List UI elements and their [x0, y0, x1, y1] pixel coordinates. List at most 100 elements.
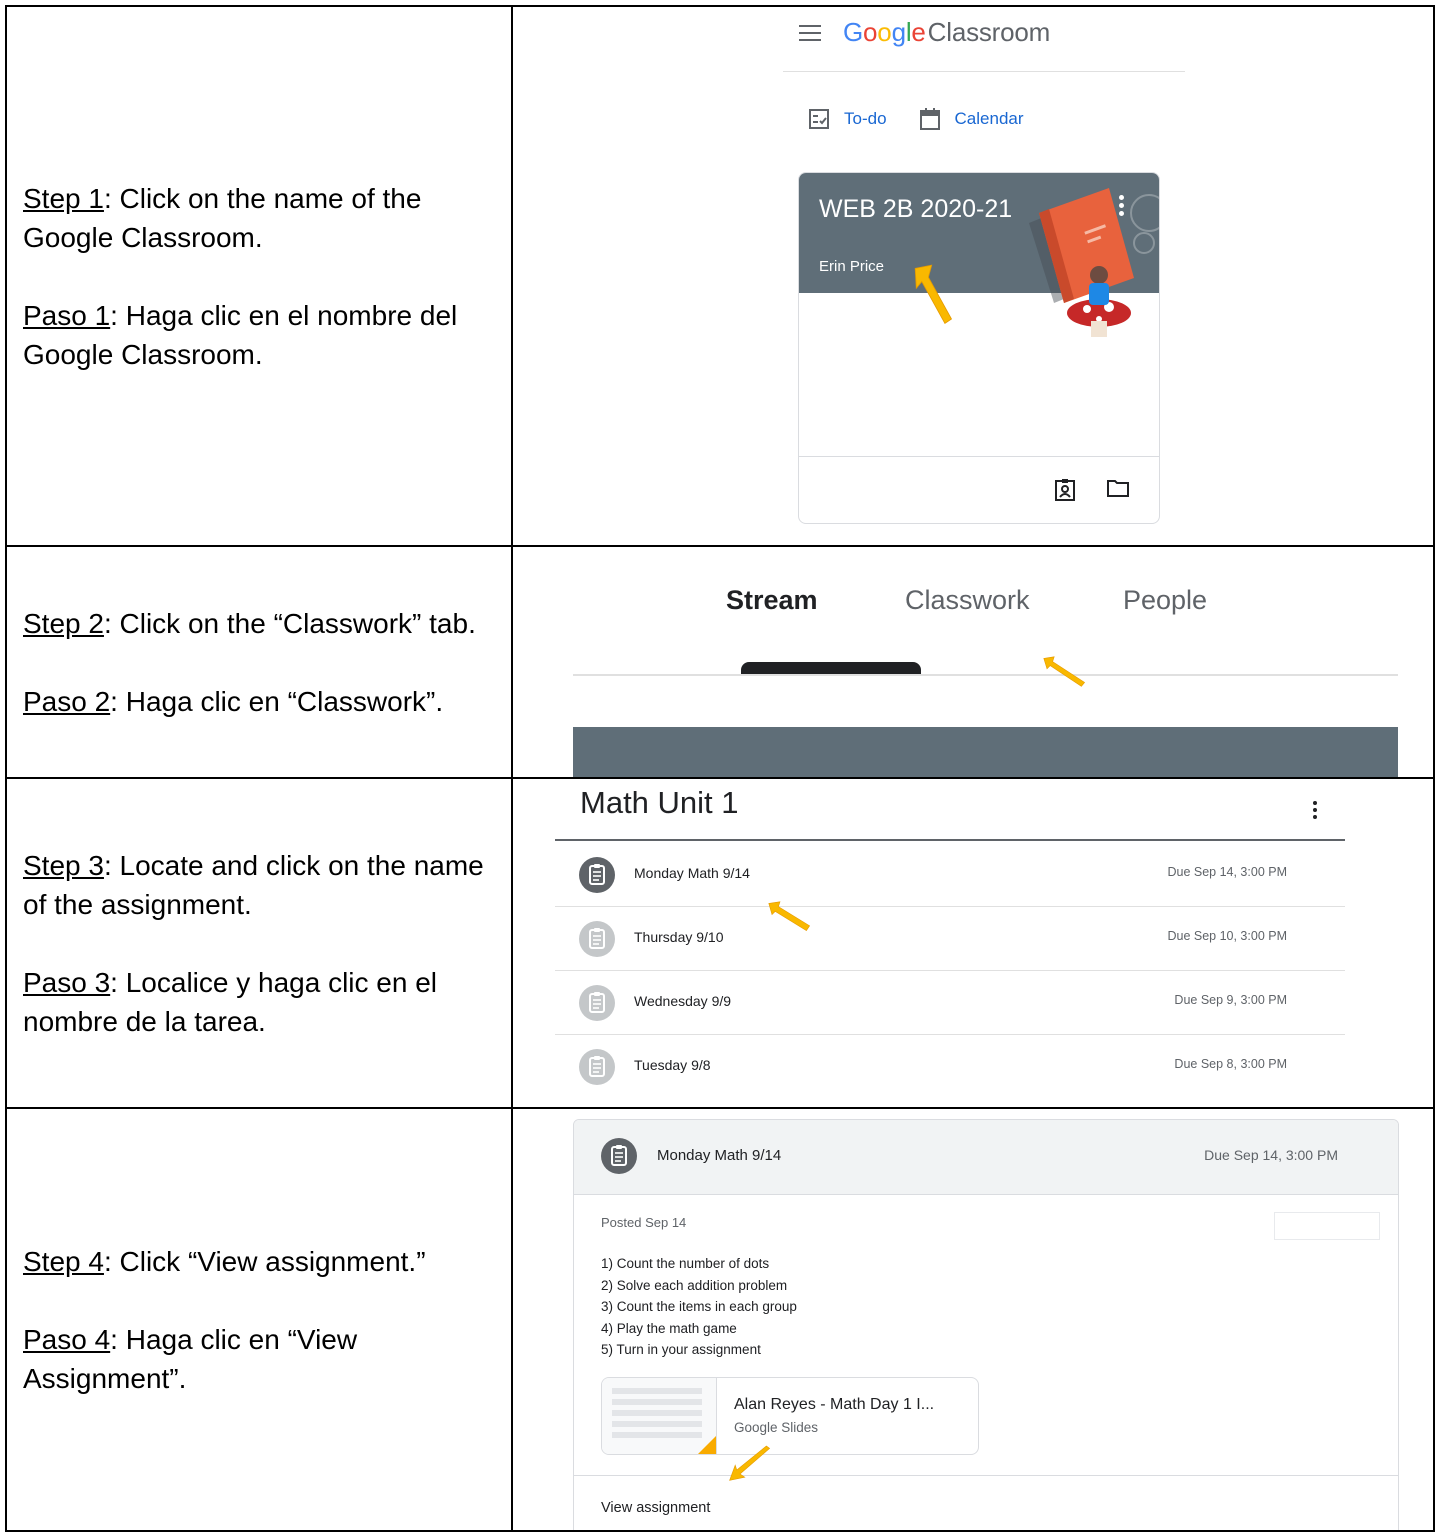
step-2-screenshot: Stream Classwork People	[511, 545, 1435, 779]
assignment-detail-header[interactable]: Monday Math 9/14 Due Sep 14, 3:00 PM	[574, 1120, 1398, 1195]
paso-2-label: Paso 2	[23, 685, 111, 717]
step-3-english: Step 3: Locate and click on the name of …	[23, 846, 501, 924]
instruction-line: 2) Solve each addition problem	[601, 1277, 788, 1293]
assignment-due: Due Sep 9, 3:00 PM	[1174, 993, 1287, 1007]
assignment-due: Due Sep 8, 3:00 PM	[1174, 1057, 1287, 1071]
assignment-icon	[579, 985, 615, 1021]
step-2-label: Step 2	[23, 607, 104, 639]
step-4-instructions: Step 4: Click “View assignment.” Paso 4:…	[23, 1242, 501, 1398]
logo-letter: o	[863, 17, 878, 47]
assignment-icon	[601, 1138, 637, 1174]
instruction-line: 4) Play the math game	[601, 1320, 737, 1336]
assignment-instructions: 1) Count the number of dots 2) Solve eac…	[601, 1253, 797, 1361]
class-card[interactable]: WEB 2B 2020-21 Erin Price	[798, 172, 1160, 524]
todo-icon	[809, 109, 829, 129]
logo-letter: o	[877, 17, 892, 47]
more-vert-icon[interactable]	[1313, 801, 1318, 822]
step-1-label: Step 1	[23, 182, 104, 214]
class-card-banner: WEB 2B 2020-21 Erin Price	[799, 173, 1159, 337]
step-2-text-cell: Step 2: Click on the “Classwork” tab. Pa…	[5, 545, 513, 779]
calendar-link[interactable]: Calendar	[919, 107, 1024, 131]
step-4-text: : Click “View assignment.”	[103, 1245, 426, 1277]
assignment-due: Due Sep 10, 3:00 PM	[1167, 929, 1287, 943]
menu-icon[interactable]	[799, 25, 821, 43]
todo-label: To-do	[844, 109, 887, 128]
step-2-english: Step 2: Click on the “Classwork” tab.	[23, 604, 501, 643]
assignment-icon	[579, 1049, 615, 1085]
assignment-row[interactable]: Thursday 9/10 Due Sep 10, 3:00 PM	[555, 907, 1345, 971]
step-row-2: Step 2: Click on the “Classwork” tab. Pa…	[5, 545, 1435, 779]
logo-letter: G	[843, 17, 864, 47]
tab-classwork[interactable]: Classwork	[905, 585, 1030, 616]
assignment-name[interactable]: Wednesday 9/9	[634, 993, 731, 1009]
class-card-title[interactable]: WEB 2B 2020-21	[819, 195, 1012, 224]
step-2-instructions: Step 2: Click on the “Classwork” tab. Pa…	[23, 604, 501, 721]
google-classroom-logo[interactable]: GoogleClassroom	[843, 17, 1050, 48]
tab-people[interactable]: People	[1123, 585, 1207, 616]
assignment-row[interactable]: Tuesday 9/8 Due Sep 8, 3:00 PM	[555, 1035, 1345, 1098]
assignment-icon	[579, 921, 615, 957]
step-1-screenshot: GoogleClassroom To-do Calendar WEB 2B 20…	[511, 5, 1435, 547]
logo-letter: e	[911, 17, 926, 47]
calendar-label: Calendar	[954, 109, 1024, 128]
pointer-arrow-icon	[914, 264, 953, 324]
step-4-text-cell: Step 4: Click “View assignment.” Paso 4:…	[5, 1107, 513, 1532]
paso-4-label: Paso 4	[23, 1323, 111, 1355]
grade-box	[1274, 1212, 1380, 1240]
step-2-spanish: Paso 2: Haga clic en “Classwork”.	[23, 682, 501, 721]
assignment-name: Monday Math 9/14	[657, 1147, 782, 1164]
pointer-arrow-icon	[729, 1445, 771, 1481]
instruction-table: Step 1: Click on the name of the Google …	[5, 5, 1435, 1532]
attachment-card[interactable]: Alan Reyes - Math Day 1 I... Google Slid…	[601, 1377, 979, 1455]
assignment-name[interactable]: Thursday 9/10	[634, 929, 724, 945]
assignment-ind-icon[interactable]	[1054, 478, 1076, 507]
step-1-spanish: Paso 1: Haga clic en el nombre del Googl…	[23, 296, 501, 374]
step-4-screenshot: Monday Math 9/14 Due Sep 14, 3:00 PM Pos…	[511, 1107, 1435, 1532]
todo-link[interactable]: To-do	[808, 108, 887, 130]
class-card-divider	[799, 456, 1159, 457]
posted-date: Posted Sep 14	[601, 1215, 687, 1230]
topic-title: Math Unit 1	[580, 785, 739, 820]
step-row-3: Step 3: Locate and click on the name of …	[5, 777, 1435, 1109]
class-tabs: Stream Classwork People	[573, 548, 1398, 675]
assignment-name[interactable]: Monday Math 9/14	[634, 865, 750, 881]
step-1-instructions: Step 1: Click on the name of the Google …	[23, 179, 501, 374]
assignment-due: Due Sep 14, 3:00 PM	[1204, 1147, 1338, 1163]
home-nav-links: To-do Calendar	[808, 107, 1056, 131]
view-assignment-link[interactable]: View assignment	[601, 1500, 710, 1516]
instruction-line: 3) Count the items in each group	[601, 1299, 797, 1315]
tab-stream[interactable]: Stream	[726, 585, 818, 616]
book-illustration	[1029, 188, 1159, 337]
step-3-spanish: Paso 3: Localice y haga clic en el nombr…	[23, 963, 501, 1041]
step-4-label: Step 4	[23, 1245, 104, 1277]
logo-product-name: Classroom	[927, 17, 1051, 47]
detail-divider	[574, 1475, 1398, 1476]
assignment-row[interactable]: Wednesday 9/9 Due Sep 9, 3:00 PM	[555, 971, 1345, 1035]
topic-divider	[555, 839, 1345, 841]
more-vert-icon[interactable]	[1119, 195, 1125, 219]
instruction-line: 1) Count the number of dots	[601, 1256, 770, 1271]
step-2-text: : Click on the “Classwork” tab.	[103, 607, 476, 639]
paso-3-label: Paso 3	[23, 966, 111, 998]
pointer-arrow-icon	[768, 901, 811, 932]
attachment-thumbnail	[602, 1378, 717, 1454]
classroom-header: GoogleClassroom	[783, 8, 1185, 72]
step-1-english: Step 1: Click on the name of the Google …	[23, 179, 501, 257]
step-4-english: Step 4: Click “View assignment.”	[23, 1242, 501, 1281]
instruction-line: 5) Turn in your assignment	[601, 1342, 761, 1358]
class-card-actions	[1054, 478, 1159, 507]
step-3-screenshot: Math Unit 1 Monday Math 9/14 Due Sep 14,…	[511, 777, 1435, 1109]
assignment-icon	[579, 857, 615, 893]
step-row-4: Step 4: Click “View assignment.” Paso 4:…	[5, 1107, 1435, 1532]
assignment-name[interactable]: Tuesday 9/8	[634, 1057, 711, 1073]
folder-icon[interactable]	[1106, 478, 1130, 507]
paso-2-text: : Haga clic en “Classwork”.	[110, 685, 444, 717]
step-4-spanish: Paso 4: Haga clic en “View Assignment”.	[23, 1320, 501, 1398]
step-row-1: Step 1: Click on the name of the Google …	[5, 5, 1435, 547]
active-tab-indicator	[741, 662, 921, 674]
step-3-label: Step 3	[23, 849, 104, 881]
logo-letter: g	[891, 17, 906, 47]
pointer-arrow-icon	[1043, 656, 1086, 687]
tab-divider	[573, 674, 1398, 676]
assignment-row[interactable]: Monday Math 9/14 Due Sep 14, 3:00 PM	[555, 843, 1345, 907]
